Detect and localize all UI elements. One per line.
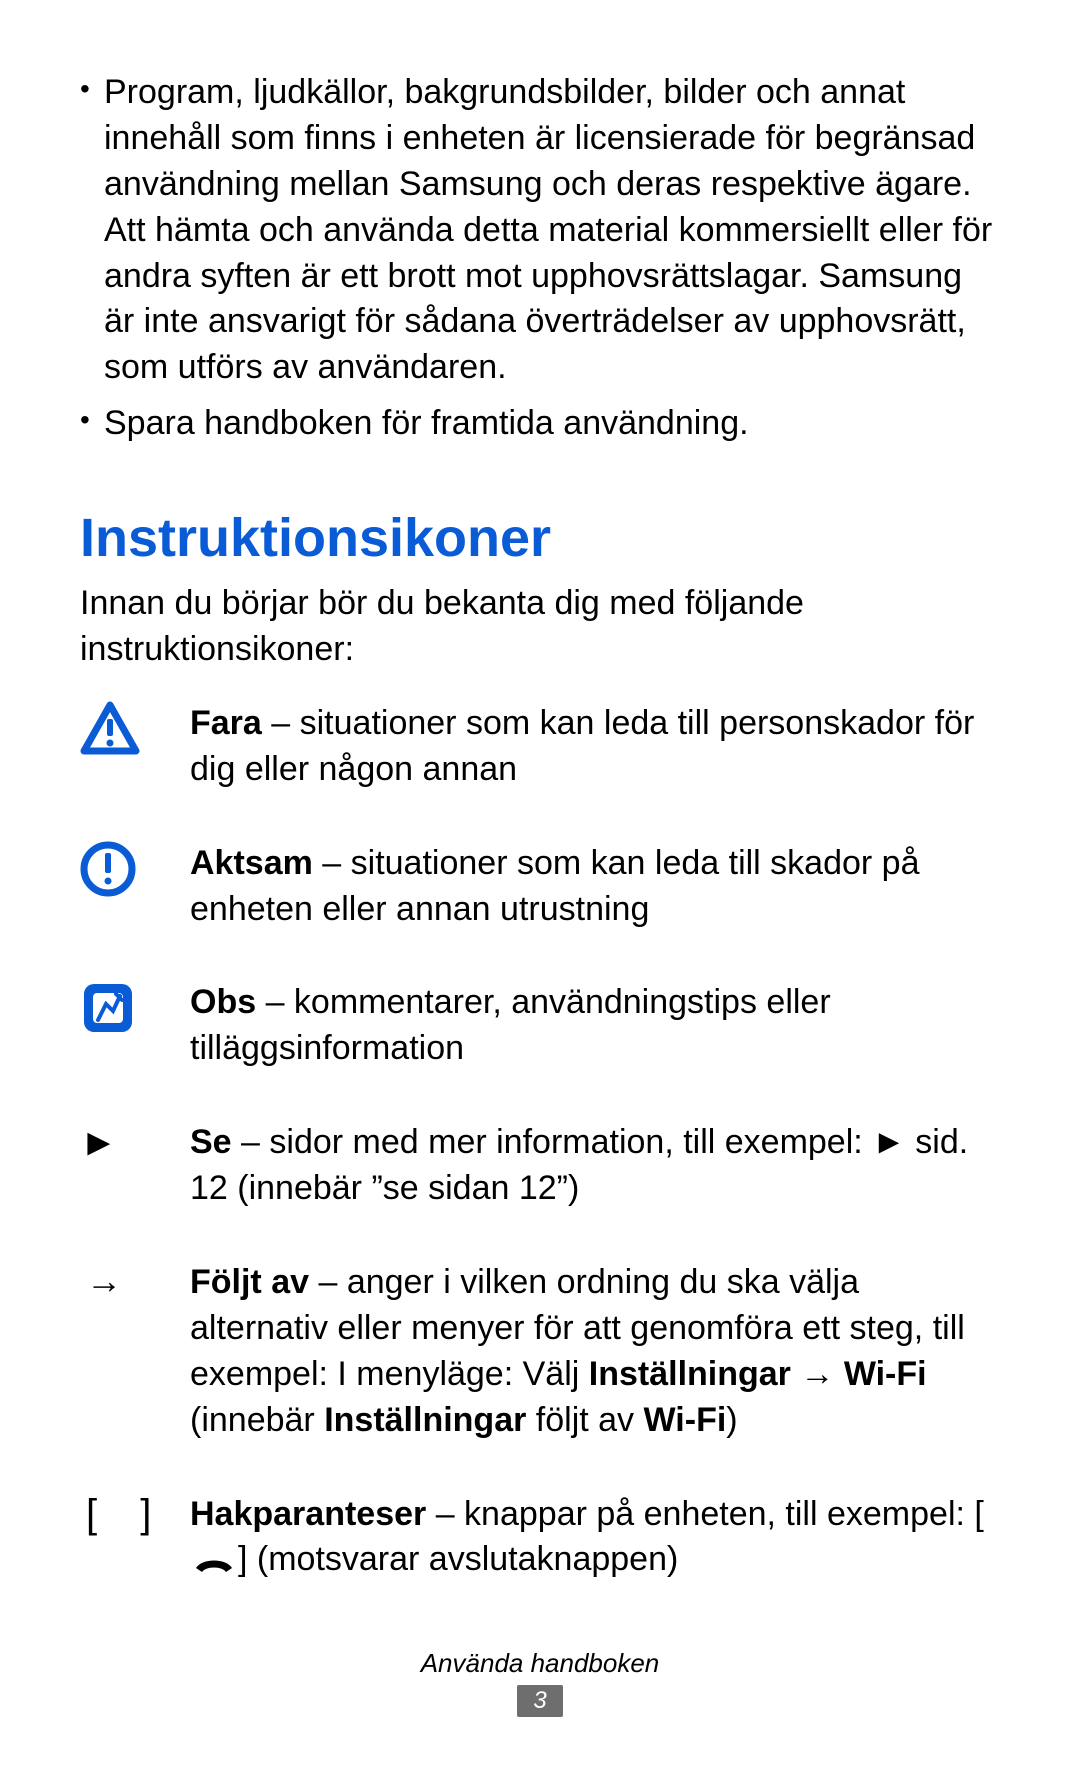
fara-text: Fara – situationer som kan leda till per… [190, 701, 1000, 841]
row-aktsam: Aktsam – situationer som kan leda till s… [80, 841, 1000, 981]
bullet-item: Program, ljudkällor, bakgrundsbilder, bi… [104, 70, 1000, 391]
se-text: Se – sidor med mer information, till exe… [190, 1120, 1000, 1260]
fara-desc: – situationer som kan leda till personsk… [190, 704, 974, 788]
arrow-right-icon: → [80, 1260, 122, 1301]
icon-definitions: Fara – situationer som kan leda till per… [80, 701, 1000, 1631]
warning-circle-icon [80, 841, 190, 897]
obs-text: Obs – kommentarer, användningstips eller… [190, 980, 1000, 1120]
aktsam-label: Aktsam [190, 844, 313, 882]
obs-label: Obs [190, 983, 256, 1021]
row-foljt: → Följt av – anger i vilken ordning du s… [80, 1260, 1000, 1492]
bullet-item: Spara handboken för framtida användning. [104, 401, 1000, 447]
end-call-icon [192, 1554, 236, 1576]
row-fara: Fara – situationer som kan leda till per… [80, 701, 1000, 841]
page-number: 3 [517, 1685, 562, 1717]
section-heading: Instruktionsikoner [80, 507, 1000, 569]
play-triangle-icon: ► [80, 1120, 118, 1165]
row-hakparanteser: [ ] Hakparanteser – knappar på enheten, … [80, 1492, 1000, 1632]
warning-triangle-icon [80, 701, 190, 757]
intro-text: Innan du börjar bör du bekanta dig med f… [80, 581, 1000, 673]
note-icon [80, 980, 190, 1036]
se-label: Se [190, 1123, 232, 1161]
foljt-label: Följt av [190, 1263, 309, 1301]
aktsam-text: Aktsam – situationer som kan leda till s… [190, 841, 1000, 981]
foljt-text: Följt av – anger i vilken ordning du ska… [190, 1260, 1000, 1492]
fara-label: Fara [190, 704, 262, 742]
obs-desc: – kommentarer, användningstips eller til… [190, 983, 831, 1067]
row-obs: Obs – kommentarer, användningstips eller… [80, 980, 1000, 1120]
hak-label: Hakparanteser [190, 1495, 426, 1533]
se-desc: – sidor med mer information, till exempe… [190, 1123, 968, 1207]
page: Program, ljudkällor, bakgrundsbilder, bi… [0, 0, 1080, 1771]
brackets-icon: [ ] [80, 1492, 167, 1537]
page-footer: Använda handboken 3 [0, 1648, 1080, 1717]
bullet-list: Program, ljudkällor, bakgrundsbilder, bi… [80, 70, 1000, 447]
hak-text: Hakparanteser – knappar på enheten, till… [190, 1492, 1000, 1632]
row-se: ► Se – sidor med mer information, till e… [80, 1120, 1000, 1260]
footer-title: Använda handboken [0, 1648, 1080, 1679]
content: Program, ljudkällor, bakgrundsbilder, bi… [80, 70, 1000, 1631]
